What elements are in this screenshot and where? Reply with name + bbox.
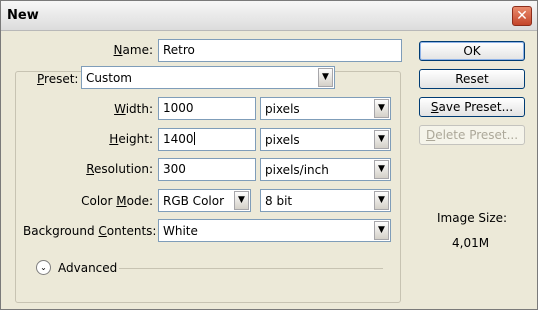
image-size-value: 4,01M: [452, 236, 490, 250]
delete-preset-button[interactable]: Delete Preset...: [419, 125, 525, 145]
text-caret: [193, 132, 195, 145]
expand-circle-icon[interactable]: ⌄: [36, 260, 51, 275]
height-input[interactable]: 1400: [158, 128, 256, 151]
dialog-title: New: [7, 8, 39, 23]
advanced-divider: [119, 268, 383, 269]
preset-select[interactable]: Custom ▼: [81, 66, 335, 89]
chevron-down-icon[interactable]: ▼: [374, 130, 389, 149]
chevron-down-icon[interactable]: ▼: [374, 191, 389, 210]
new-document-dialog: New ✕ Name: Retro Preset: Custom ▼ Width…: [0, 0, 538, 310]
height-label: Height:: [109, 132, 153, 146]
background-contents-label: Background Contents:: [23, 224, 157, 238]
chevron-down-icon[interactable]: ▼: [318, 68, 333, 87]
color-mode-label: Color Mode:: [81, 194, 153, 208]
bit-depth-select[interactable]: 8 bit ▼: [260, 189, 391, 212]
height-unit-select[interactable]: pixels ▼: [260, 128, 391, 151]
save-preset-button[interactable]: Save Preset...: [419, 97, 525, 117]
name-input[interactable]: Retro: [158, 39, 402, 62]
width-input[interactable]: 1000: [158, 97, 256, 120]
chevron-down-icon[interactable]: ▼: [234, 191, 249, 210]
preset-label: Preset:: [33, 72, 82, 86]
chevron-down-icon[interactable]: ▼: [374, 160, 389, 179]
advanced-toggle-label[interactable]: Advanced: [58, 261, 117, 275]
title-bar[interactable]: New ✕: [1, 1, 537, 31]
chevron-down-icon[interactable]: ▼: [374, 99, 389, 118]
resolution-input[interactable]: 300: [158, 158, 256, 181]
reset-button[interactable]: Reset: [419, 69, 525, 89]
image-size-label: Image Size:: [437, 211, 508, 225]
color-mode-select[interactable]: RGB Color ▼: [158, 189, 251, 212]
resolution-label: Resolution:: [86, 162, 153, 176]
background-contents-select[interactable]: White ▼: [158, 219, 391, 242]
width-label: Width:: [114, 102, 153, 116]
ok-button[interactable]: OK: [419, 41, 525, 61]
width-unit-select[interactable]: pixels ▼: [260, 97, 391, 120]
close-icon[interactable]: ✕: [512, 6, 532, 26]
name-label: Name:: [113, 43, 153, 57]
resolution-unit-select[interactable]: pixels/inch ▼: [260, 158, 391, 181]
chevron-down-icon[interactable]: ▼: [374, 221, 389, 240]
